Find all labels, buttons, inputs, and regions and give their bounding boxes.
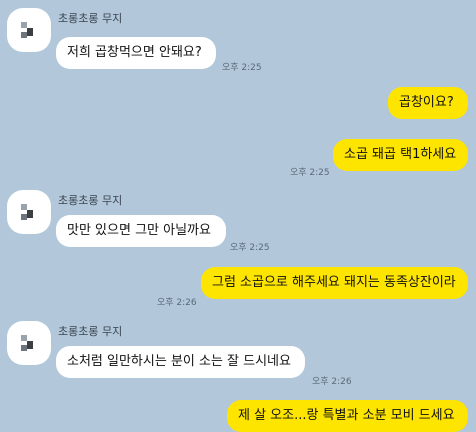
incoming-message[interactable]: 맛만 있으면 그만 아닐까요	[56, 215, 226, 247]
message-time: 오후 2:26	[157, 298, 197, 308]
sender-avatar[interactable]	[7, 8, 51, 52]
outgoing-message[interactable]: 소곱 돼곱 택1하세요	[333, 139, 468, 171]
sender-name: 초롱초롱 무지	[58, 12, 123, 25]
sender-avatar[interactable]	[7, 321, 51, 365]
sender-avatar[interactable]	[7, 190, 51, 234]
sender-name: 초롱초롱 무지	[58, 325, 123, 338]
message-time: 오후 2:25	[230, 243, 270, 253]
outgoing-message[interactable]: 제 살 오조...랑 특별과 소분 모비 드세요	[227, 400, 468, 432]
message-time: 오후 2:25	[290, 168, 330, 178]
incoming-message[interactable]: 소처럼 일만하시는 분이 소는 잘 드시네요	[56, 346, 305, 378]
message-time: 오후 2:25	[222, 63, 262, 73]
outgoing-message[interactable]: 곱창이요?	[388, 87, 468, 119]
message-time: 오후 2:26	[312, 377, 352, 387]
incoming-message[interactable]: 저희 곱창먹으면 안돼요?	[56, 37, 216, 69]
sender-name: 초롱초롱 무지	[58, 194, 123, 207]
outgoing-message[interactable]: 그럼 소곱으로 해주세요 돼지는 동족상잔이라	[201, 267, 468, 299]
